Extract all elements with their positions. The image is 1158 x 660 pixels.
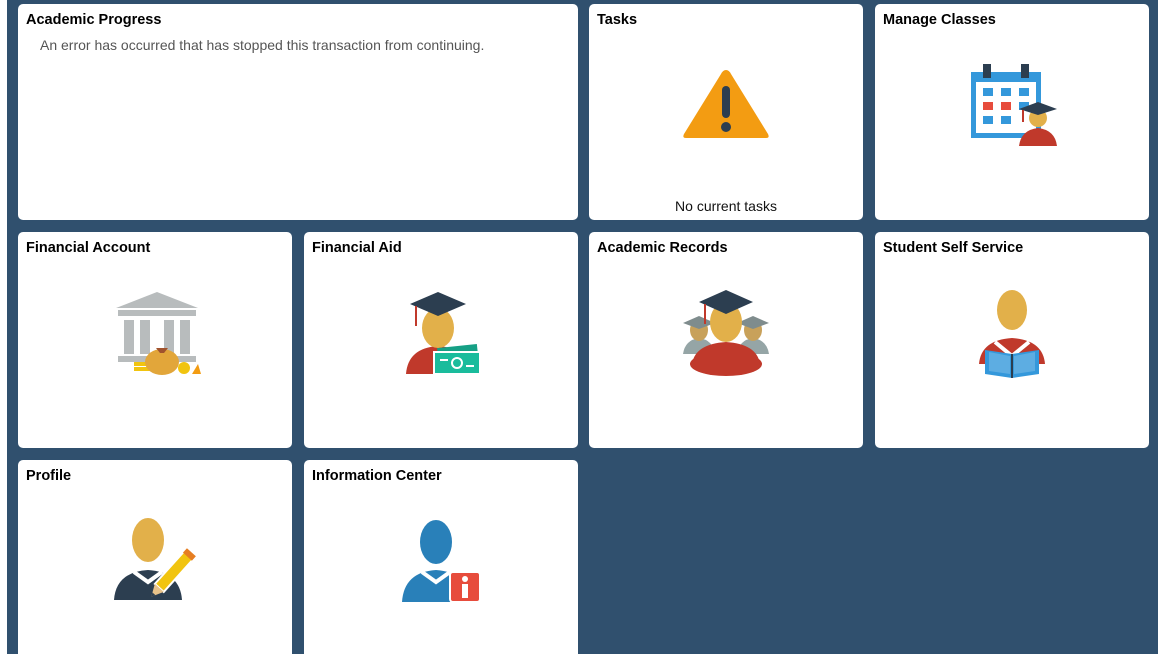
profile-edit-icon [114, 518, 198, 600]
tile-title: Academic Records [597, 240, 728, 256]
graduate-money-icon [406, 292, 481, 375]
tile-title: Information Center [312, 468, 442, 484]
tile-information-center[interactable]: Information Center [304, 460, 578, 660]
warning-icon [683, 70, 769, 138]
tile-financial-account[interactable]: Financial Account [18, 232, 292, 448]
tile-title: Financial Aid [312, 240, 402, 256]
calendar-graduate-icon [971, 64, 1057, 146]
tile-title: Academic Progress [26, 12, 162, 28]
tile-manage-classes[interactable]: Manage Classes [875, 4, 1149, 220]
tile-tasks[interactable]: Tasks No current tasks [589, 4, 863, 220]
tile-academic-progress[interactable]: Academic Progress An error has occurred … [18, 4, 578, 220]
tile-title: Tasks [597, 12, 638, 28]
tile-profile[interactable]: Profile [18, 460, 292, 660]
tile-title: Financial Account [26, 240, 151, 256]
error-message: An error has occurred that has stopped t… [40, 37, 485, 53]
tile-financial-aid[interactable]: Financial Aid [304, 232, 578, 448]
tile-academic-records[interactable]: Academic Records [589, 232, 863, 448]
tile-title: Manage Classes [883, 12, 996, 28]
tile-title: Student Self Service [883, 240, 1024, 256]
homepage-tiles-panel: Academic Progress An error has occurred … [7, 0, 1158, 660]
user-info-icon [402, 520, 481, 603]
tile-title: Profile [26, 468, 72, 484]
bank-money-icon [116, 292, 201, 375]
student-reading-icon [979, 290, 1045, 378]
no-tasks-label: No current tasks [675, 198, 777, 214]
graduates-group-icon [683, 290, 769, 376]
tile-student-self-service[interactable]: Student Self Service [875, 232, 1149, 448]
